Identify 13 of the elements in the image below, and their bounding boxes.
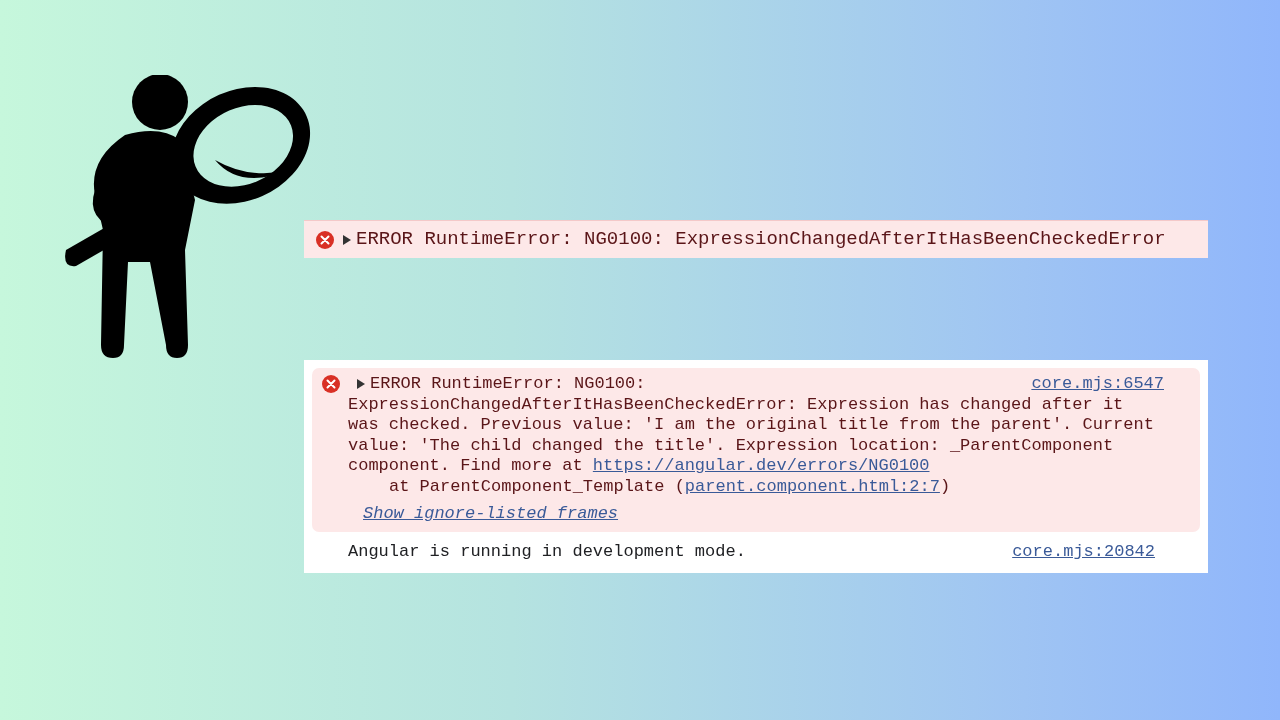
error-title: ERROR RuntimeError: NG0100: [370,374,646,395]
file-link[interactable]: parent.component.html:2:7 [684,476,940,496]
source-link[interactable]: core.mjs:20842 [1012,542,1155,563]
error-docs-link[interactable]: https://angular.dev/errors/NG0100 [592,456,930,476]
expand-triangle-icon[interactable] [356,378,366,391]
error-icon [322,375,340,393]
error-icon [316,230,334,249]
ignore-listed-link[interactable]: Show ignore-listed frames [363,503,619,523]
log-message: Angular is running in development mode. [348,542,746,562]
expand-triangle-icon[interactable] [342,233,352,246]
stack-frame: at ParentComponent_Template (parent.component.html:2:7) [348,476,1164,498]
source-link[interactable]: core.mjs:6547 [1031,374,1164,395]
error-message: ERROR RuntimeError: NG0100: ExpressionChangedAfterItHasBeenCheckedError [356,227,1166,253]
